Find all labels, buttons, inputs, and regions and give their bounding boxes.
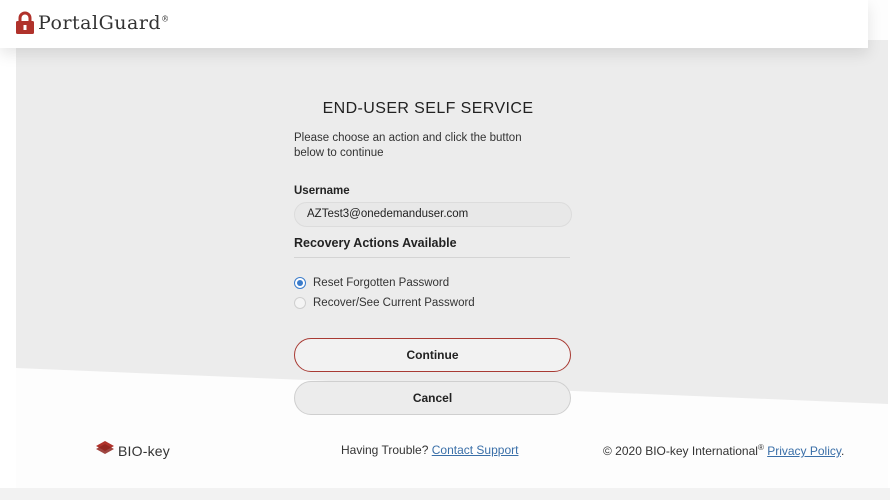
support-line: Having Trouble? Contact Support — [341, 443, 518, 457]
recovery-actions-heading: Recovery Actions Available — [294, 236, 570, 258]
page-title: END-USER SELF SERVICE — [322, 100, 534, 117]
cancel-button[interactable]: Cancel — [294, 381, 571, 415]
portalguard-logo[interactable]: PortalGuard® — [16, 11, 170, 35]
username-field[interactable]: AZTest3@onedemanduser.com — [294, 202, 572, 227]
radio-recover-password[interactable] — [294, 297, 306, 309]
option-label: Recover/See Current Password — [313, 297, 475, 309]
registered-mark: ® — [757, 443, 764, 452]
contact-support-link[interactable]: Contact Support — [432, 443, 519, 457]
logo-text: PortalGuard® — [38, 12, 170, 34]
copyright-line: © 2020 BIO-key International® Privacy Po… — [603, 443, 844, 458]
header-bar: PortalGuard® — [0, 0, 868, 48]
instructions-text: Please choose an action and click the bu… — [294, 132, 522, 159]
trouble-text: Having Trouble? — [341, 443, 429, 457]
username-label: Username — [294, 185, 350, 197]
period: . — [840, 444, 845, 458]
copyright-text: © 2020 BIO-key International — [603, 444, 758, 458]
bio-key-logo-text: BIO-key — [118, 442, 170, 459]
option-label: Reset Forgotten Password — [313, 277, 450, 289]
padlock-icon — [16, 11, 34, 35]
continue-button[interactable]: Continue — [294, 338, 571, 372]
option-recover-password[interactable]: Recover/See Current Password — [294, 293, 574, 313]
privacy-policy-link[interactable]: Privacy Policy — [767, 444, 841, 458]
self-service-form: END-USER SELF SERVICE Please choose an a… — [294, 100, 574, 415]
bio-key-logo[interactable]: BIO-key — [95, 440, 170, 461]
radio-reset-password[interactable] — [294, 277, 306, 289]
bottom-strip — [0, 488, 890, 500]
option-reset-password[interactable]: Reset Forgotten Password — [294, 273, 574, 293]
bio-key-logo-icon — [95, 440, 115, 461]
